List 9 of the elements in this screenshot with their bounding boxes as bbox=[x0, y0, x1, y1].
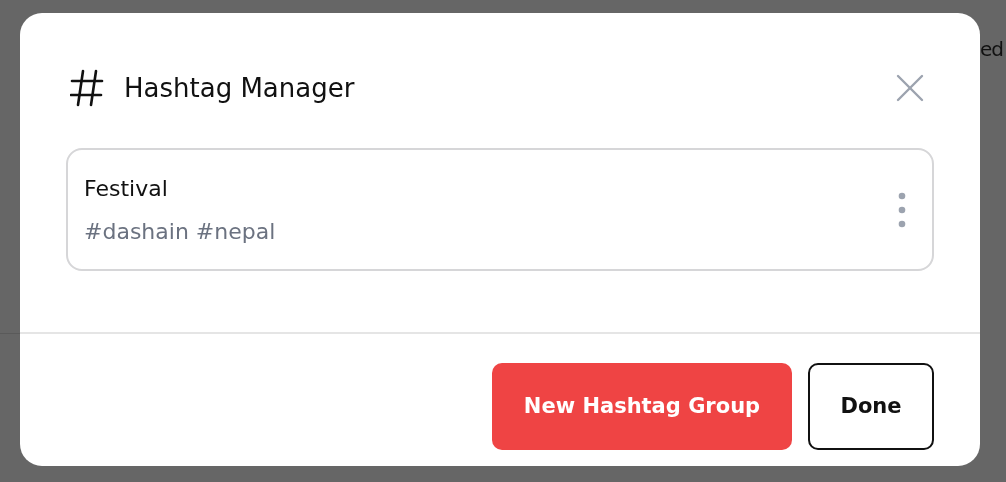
hashtag-group-card[interactable]: Festival #dashain #nepal bbox=[66, 148, 934, 271]
group-name: Festival bbox=[84, 174, 169, 203]
done-button[interactable]: Done bbox=[808, 363, 934, 450]
background-text: ed bbox=[980, 36, 1003, 63]
new-group-button[interactable]: New Hashtag Group bbox=[492, 363, 792, 450]
hashtag-icon bbox=[70, 69, 104, 107]
group-hashtags: #dashain #nepal bbox=[84, 217, 276, 246]
more-options-icon[interactable] bbox=[898, 191, 906, 228]
modal-title: Hashtag Manager bbox=[124, 71, 355, 105]
